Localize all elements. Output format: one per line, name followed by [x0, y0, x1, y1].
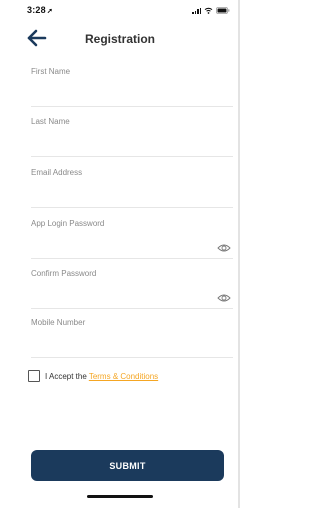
terms-prefix-text: I Accept the: [45, 371, 87, 381]
submit-button[interactable]: SUBMIT: [31, 450, 224, 481]
email-field[interactable]: Email Address: [31, 168, 233, 208]
first-name-field[interactable]: First Name: [31, 67, 233, 107]
screen-edge: [238, 0, 240, 508]
terms-checkbox[interactable]: [28, 370, 40, 382]
email-input[interactable]: [31, 182, 211, 202]
home-indicator: [87, 495, 153, 498]
last-name-label: Last Name: [31, 117, 70, 126]
eye-icon[interactable]: [217, 243, 231, 253]
battery-icon: [216, 7, 230, 14]
last-name-input[interactable]: [31, 131, 211, 151]
mobile-number-field[interactable]: Mobile Number: [31, 318, 233, 358]
confirm-password-label: Confirm Password: [31, 269, 97, 278]
wifi-icon: [204, 7, 213, 14]
status-bar: 3:28➚: [0, 0, 240, 22]
nav-bar: Registration: [0, 24, 240, 54]
terms-row: I Accept the Terms & Conditions: [28, 370, 158, 382]
first-name-label: First Name: [31, 67, 71, 76]
eye-icon[interactable]: [217, 293, 231, 303]
mobile-number-input[interactable]: [31, 332, 211, 352]
last-name-field[interactable]: Last Name: [31, 117, 233, 157]
password-label: App Login Password: [31, 219, 105, 228]
terms-link[interactable]: Terms & Conditions: [89, 372, 158, 381]
status-icons: [192, 7, 230, 14]
email-label: Email Address: [31, 168, 83, 177]
confirm-password-input[interactable]: [31, 283, 211, 303]
page-title: Registration: [84, 32, 155, 46]
password-field[interactable]: App Login Password: [31, 219, 233, 259]
status-time-text: 3:28: [27, 5, 46, 15]
password-input[interactable]: [31, 233, 211, 253]
mobile-number-label: Mobile Number: [31, 318, 86, 327]
location-icon: ➚: [46, 8, 53, 15]
confirm-password-field[interactable]: Confirm Password: [31, 269, 233, 309]
signal-icon: [192, 7, 201, 14]
status-time: 3:28➚: [27, 5, 53, 15]
first-name-input[interactable]: [31, 81, 211, 101]
